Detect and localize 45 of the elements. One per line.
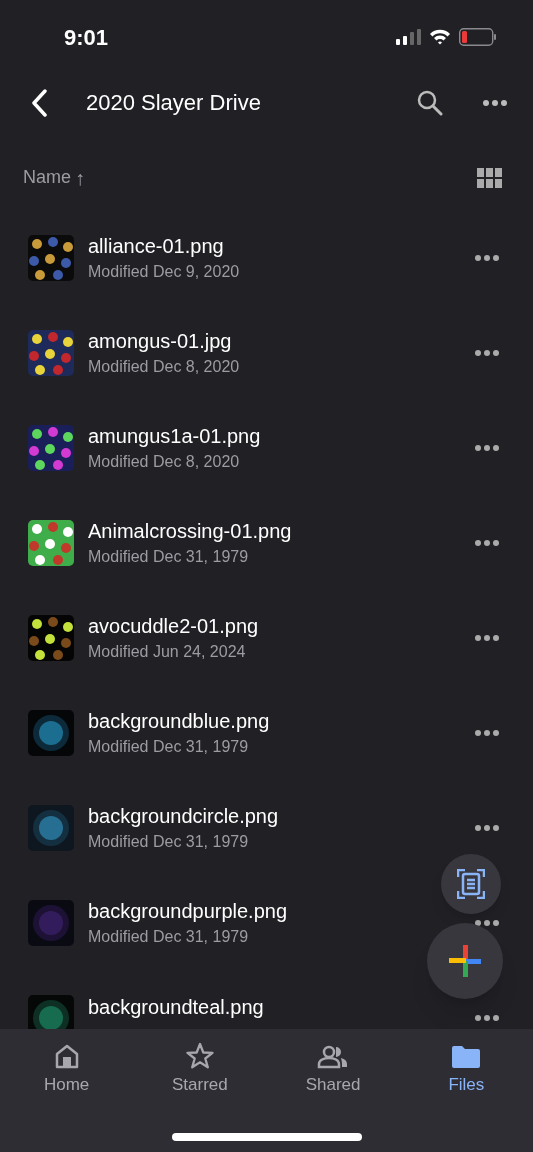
more-icon[interactable] xyxy=(475,634,499,641)
star-icon xyxy=(185,1042,214,1069)
file-name[interactable]: Animalcrossing-01.png xyxy=(88,517,292,544)
modified-date: Modified Dec 31, 1979 xyxy=(88,546,249,567)
nav-tab[interactable]: Starred xyxy=(133,1029,267,1109)
more-icon[interactable] xyxy=(475,1014,499,1021)
more-icon[interactable] xyxy=(475,824,499,831)
more-icon[interactable] xyxy=(475,349,499,356)
modified-date: Modified Dec 31, 1979 xyxy=(88,831,249,852)
file-name[interactable]: amongus-01.jpg xyxy=(88,327,232,354)
home-icon xyxy=(53,1043,80,1069)
nav-tab[interactable]: Shared xyxy=(266,1029,400,1109)
modified-date: Modified Dec 31, 1979 xyxy=(88,736,249,757)
file-name[interactable]: alliance-01.png xyxy=(88,232,224,259)
modified-date: Modified Dec 9, 2020 xyxy=(88,261,240,282)
modified-date: Modified Dec 31, 1979 xyxy=(88,926,249,947)
file-name[interactable]: backgroundteal.png xyxy=(88,993,264,1020)
nav-tab[interactable]: Files xyxy=(399,1029,533,1109)
more-icon[interactable] xyxy=(475,729,499,736)
file-name[interactable]: backgroundpurple.png xyxy=(88,897,288,924)
more-icon[interactable] xyxy=(475,254,499,261)
folder-title: 2020 Slayer Drive xyxy=(86,89,262,117)
file-name[interactable]: amungus1a-01.png xyxy=(88,422,261,449)
document-scan-icon xyxy=(457,869,485,899)
modified-date: Modified Dec 8, 2020 xyxy=(88,451,240,472)
modified-date: Modified Jun 24, 2024 xyxy=(88,641,246,662)
status-time: 9:01 xyxy=(64,23,109,52)
wifi-icon xyxy=(429,29,451,45)
more-icon[interactable] xyxy=(475,539,499,546)
modified-date: Modified Dec 8, 2020 xyxy=(88,356,240,377)
folder-icon xyxy=(451,1045,482,1069)
more-icon[interactable] xyxy=(483,99,507,106)
file-name[interactable]: backgroundcircle.png xyxy=(88,802,279,829)
search-icon[interactable] xyxy=(417,89,443,116)
plus-icon xyxy=(448,944,482,978)
more-icon[interactable] xyxy=(475,919,499,926)
file-name[interactable]: avocuddle2-01.png xyxy=(88,612,259,639)
nav-tab[interactable]: Home xyxy=(0,1029,134,1109)
battery-icon xyxy=(459,28,497,46)
signal-icon xyxy=(395,29,421,45)
more-icon[interactable] xyxy=(475,444,499,451)
sort-button[interactable]: Name ↑ xyxy=(23,162,85,193)
grid-view-icon[interactable] xyxy=(477,167,502,188)
people-icon xyxy=(317,1045,350,1069)
file-name[interactable]: backgroundblue.png xyxy=(88,707,270,734)
